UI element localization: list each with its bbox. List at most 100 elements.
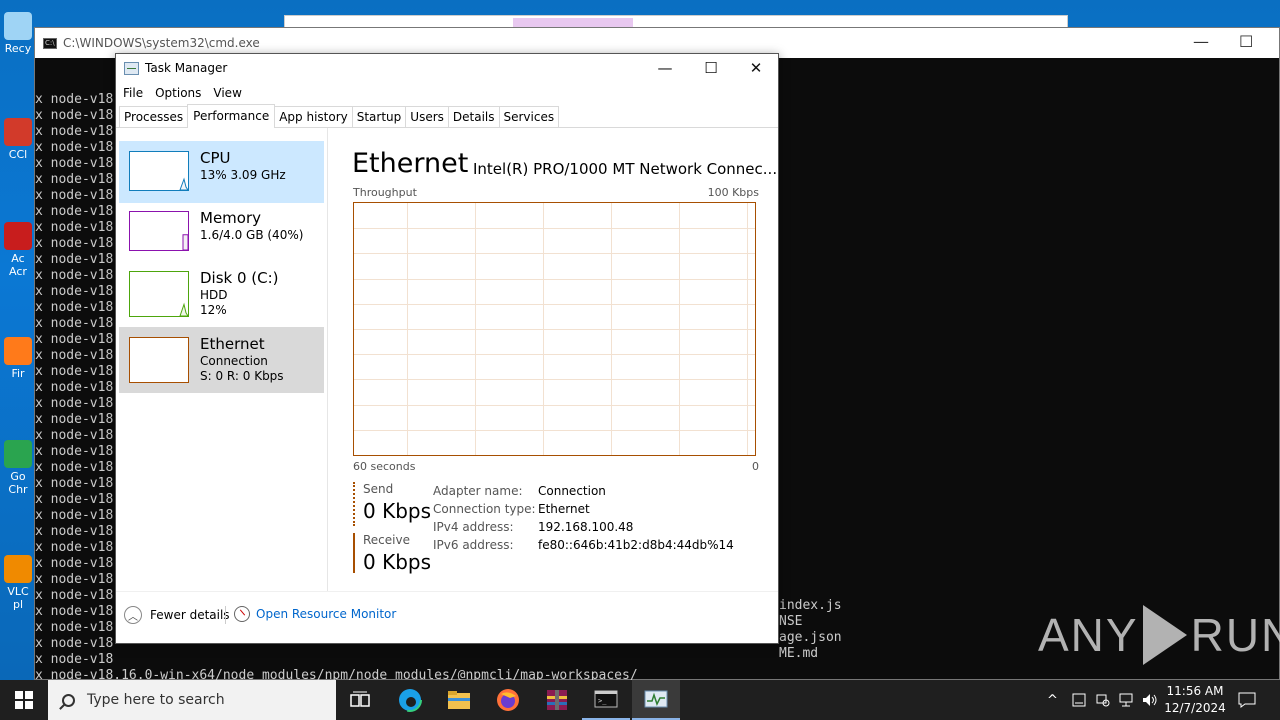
- prop-key: Adapter name:: [433, 484, 523, 498]
- prop-key: IPv4 address:: [433, 520, 514, 534]
- thumbnail-graph: [129, 211, 189, 251]
- menu-options[interactable]: Options: [155, 86, 201, 100]
- tab-bar: Processes Performance App history Startu…: [116, 104, 778, 128]
- console-line: x node-v18.16.0-win-x64/node_modules/npm…: [35, 668, 638, 680]
- desktop-shortcut[interactable]: Fir: [0, 337, 36, 380]
- thumbnail-graph: [129, 151, 189, 191]
- taskbar-firefox[interactable]: [484, 680, 532, 720]
- sidebar-item-ethernet[interactable]: Ethernet Connection S: 0 R: 0 Kbps: [119, 327, 324, 393]
- sidebar-item-detail: Connection: [200, 354, 268, 368]
- desktop-shortcut-label: Ac: [11, 252, 25, 265]
- network-icon: [1119, 693, 1133, 707]
- fewer-details-button[interactable]: ︿ Fewer details: [124, 606, 230, 624]
- tab-processes[interactable]: Processes: [119, 106, 189, 127]
- ccleaner-icon: [4, 118, 32, 146]
- menu-file[interactable]: File: [123, 86, 143, 100]
- prop-key: Connection type:: [433, 502, 536, 516]
- maximize-button[interactable]: ☐: [688, 54, 734, 82]
- task-manager-footer: ︿ Fewer details Open Resource Monitor: [116, 591, 778, 643]
- tray-notes[interactable]: [1072, 680, 1086, 720]
- tab-performance[interactable]: Performance: [187, 104, 276, 128]
- notification-icon: [1238, 692, 1256, 708]
- tab-startup[interactable]: Startup: [351, 106, 407, 127]
- tray-volume[interactable]: [1142, 680, 1158, 720]
- taskbar-cmd[interactable]: >_: [582, 680, 630, 720]
- chrome-icon: [4, 440, 32, 468]
- sidebar-item-detail-2: 12%: [200, 303, 227, 317]
- taskbar-file-explorer[interactable]: [435, 680, 483, 720]
- desktop-shortcut[interactable]: Ac Acr: [0, 222, 36, 278]
- desktop-shortcut-label: Recy: [4, 42, 32, 55]
- prop-value: Connection: [538, 484, 606, 498]
- footer-divider: [225, 606, 226, 624]
- task-view-button[interactable]: [336, 680, 384, 720]
- memory-thumbnail-graph: [129, 211, 189, 251]
- desktop-shortcut-label: Go: [10, 470, 26, 483]
- desktop-shortcut[interactable]: CCl: [0, 118, 36, 161]
- sidebar-item-label: Ethernet: [200, 335, 265, 353]
- time-window-label: 60 seconds: [353, 460, 416, 473]
- resource-monitor-label: Open Resource Monitor: [256, 607, 397, 621]
- prop-value: fe80::646b:41b2:d8b4:44db%14: [538, 538, 734, 552]
- sidebar-item-cpu[interactable]: CPU 13% 3.09 GHz: [119, 141, 324, 203]
- desktop-shortcut[interactable]: Go Chr: [0, 440, 36, 496]
- chevron-up-icon: ^: [1047, 692, 1058, 708]
- console-line-fragment: age.json: [779, 630, 842, 645]
- task-manager-titlebar[interactable]: Task Manager — ☐ ✕: [116, 54, 778, 82]
- send-stat: Send 0 Kbps: [353, 482, 431, 526]
- taskbar-edge[interactable]: [386, 680, 434, 720]
- taskbar: Type here to search >_ ^ 11:56 AM 12/7/2…: [0, 680, 1280, 720]
- minimize-button[interactable]: —: [642, 54, 688, 82]
- cmd-icon: >_: [594, 690, 618, 708]
- show-hidden-icons-button[interactable]: ^: [1047, 680, 1058, 720]
- taskbar-winrar[interactable]: [533, 680, 581, 720]
- menu-view[interactable]: View: [213, 86, 241, 100]
- tab-users[interactable]: Users: [405, 106, 449, 127]
- tray-network-2[interactable]: [1096, 680, 1110, 720]
- prop-value: Ethernet: [538, 502, 590, 516]
- sidebar-item-memory[interactable]: Memory 1.6/4.0 GB (40%): [119, 201, 324, 263]
- play-logo-icon: [1142, 605, 1187, 665]
- sidebar-item-detail: 1.6/4.0 GB (40%): [200, 228, 304, 242]
- sidebar-item-label: CPU: [200, 149, 231, 167]
- desktop-shortcut[interactable]: Recy: [0, 12, 36, 55]
- thumbnail-graph: [129, 271, 189, 317]
- window-title: Task Manager: [145, 61, 228, 75]
- cmd-maximize-icon[interactable]: ☐: [1239, 32, 1253, 51]
- scale-max-label: 100 Kbps: [707, 186, 759, 199]
- chevron-up-icon: ︿: [124, 606, 142, 624]
- windows-logo-icon: [15, 691, 33, 709]
- desktop-shortcut-label: pl: [12, 598, 24, 611]
- firefox-icon: [497, 689, 519, 711]
- throughput-graph: [353, 202, 756, 456]
- scale-min-label: 0: [752, 460, 759, 473]
- desktop-shortcut[interactable]: VLC pl: [0, 555, 36, 611]
- taskbar-search-box[interactable]: Type here to search: [48, 680, 336, 720]
- cmd-app-icon: C:\: [43, 37, 57, 49]
- start-button[interactable]: [0, 680, 48, 720]
- send-value: 0 Kbps: [363, 499, 432, 523]
- sidebar-item-detail: 13% 3.09 GHz: [200, 168, 286, 182]
- cmd-minimize-icon[interactable]: —: [1193, 32, 1209, 51]
- task-manager-window[interactable]: Task Manager — ☐ ✕ File Options View Pro…: [115, 53, 779, 644]
- tab-services[interactable]: Services: [498, 106, 560, 127]
- clock-time: 11:56 AM: [1166, 684, 1224, 698]
- watermark-left: ANY: [1038, 609, 1139, 661]
- desktop-shortcut-label: Acr: [9, 265, 27, 278]
- taskbar-task-manager[interactable]: [632, 680, 680, 720]
- send-label: Send: [363, 482, 394, 496]
- tab-details[interactable]: Details: [447, 106, 500, 127]
- tab-app-history[interactable]: App history: [274, 106, 353, 127]
- console-line-fragment: index.js: [779, 598, 842, 613]
- sidebar-item-disk[interactable]: Disk 0 (C:) HDD 12%: [119, 261, 324, 323]
- prop-value: 192.168.100.48: [538, 520, 634, 534]
- close-button[interactable]: ✕: [733, 54, 779, 82]
- taskbar-clock[interactable]: 11:56 AM 12/7/2024: [1160, 683, 1230, 717]
- notes-icon: [1072, 693, 1086, 707]
- open-resource-monitor-link[interactable]: Open Resource Monitor: [234, 606, 396, 622]
- receive-stat: Receive 0 Kbps: [353, 533, 431, 574]
- action-center-button[interactable]: [1238, 680, 1256, 720]
- tray-network[interactable]: [1119, 680, 1135, 720]
- menu-bar: File Options View: [116, 82, 778, 104]
- throughput-label: Throughput: [353, 186, 417, 199]
